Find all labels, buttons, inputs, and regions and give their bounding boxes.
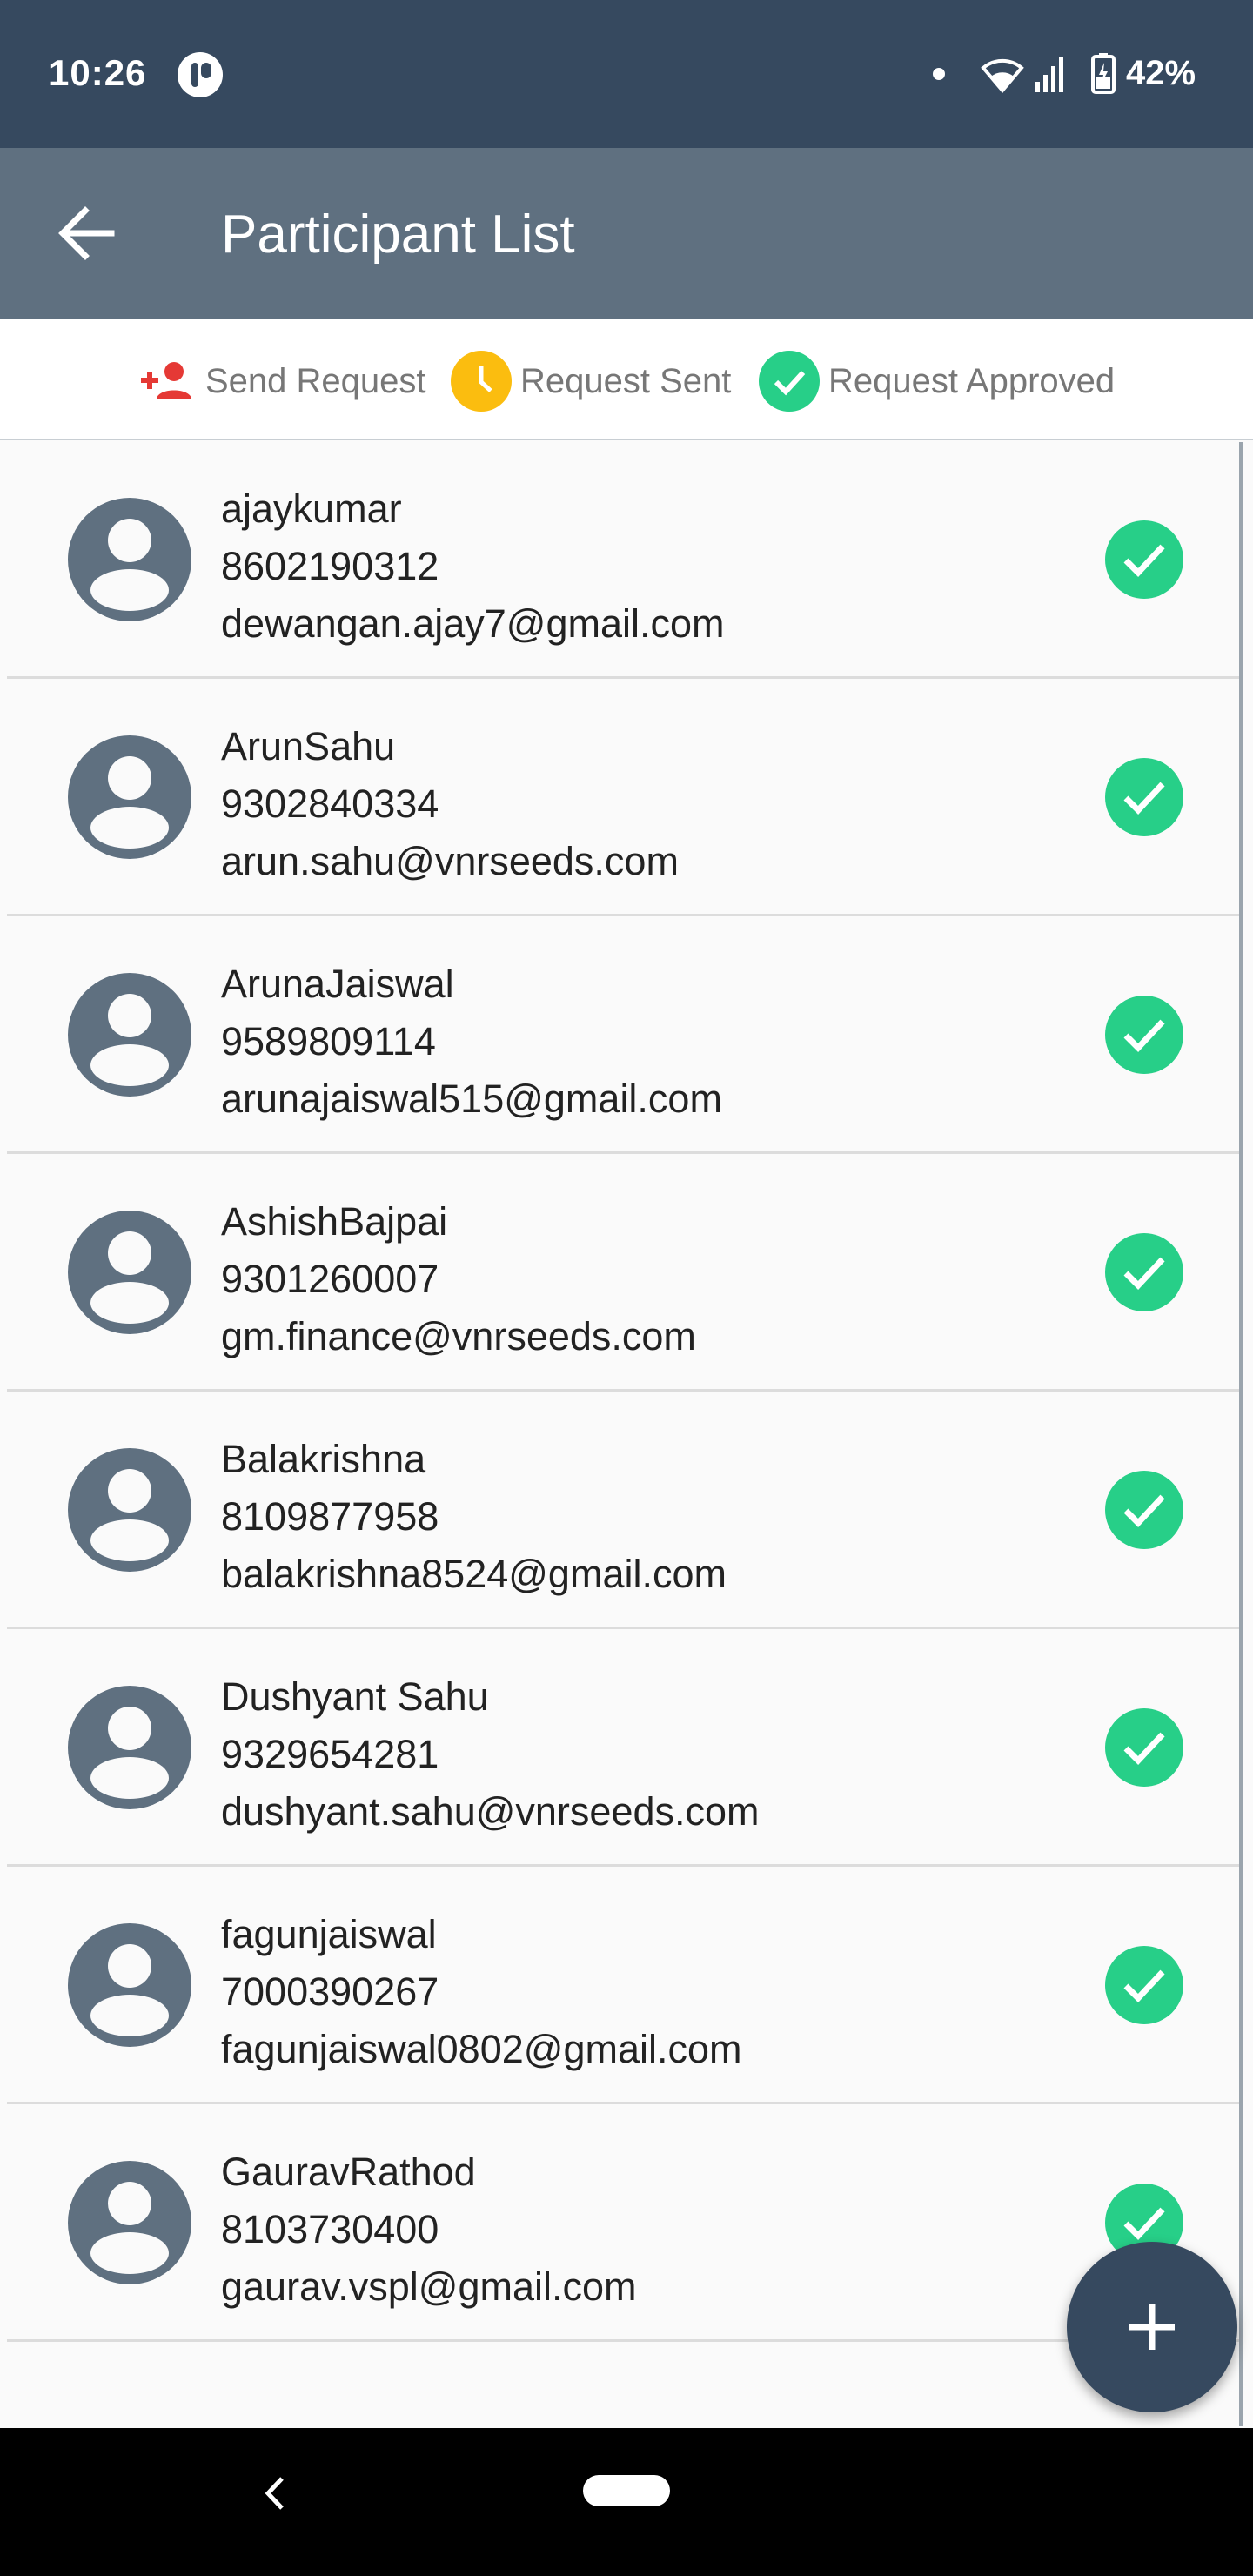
battery-icon (1091, 53, 1116, 94)
clock-icon (451, 351, 512, 412)
participant-info: ArunSahu 9302840334 arun.sahu@vnrseeds.c… (221, 718, 679, 890)
legend-request-approved-label: Request Approved (828, 361, 1116, 400)
system-nav-bar (0, 2428, 1253, 2576)
status-bar: 10:26 42% (0, 0, 1253, 148)
participant-email: balakrishna8524@gmail.com (221, 1552, 727, 1596)
approved-check-icon (1105, 1708, 1183, 1787)
nav-home-pill[interactable] (583, 2475, 670, 2506)
participant-phone: 7000390267 (221, 1969, 439, 2014)
approved-check-icon (1105, 520, 1183, 599)
participant-item[interactable]: Balakrishna 8109877958 balakrishna8524@g… (7, 1392, 1239, 1629)
participant-phone: 8103730400 (221, 2207, 439, 2251)
participant-info: ArunaJaiswal 9589809114 arunajaiswal515@… (221, 956, 722, 1128)
legend-send-request: Send Request (136, 355, 426, 407)
participant-phone: 9302840334 (221, 782, 439, 826)
participant-item[interactable]: ajaykumar 8602190312 dewangan.ajay7@gmai… (7, 442, 1239, 679)
page-title: Participant List (221, 205, 575, 265)
nav-back-icon[interactable] (258, 2472, 292, 2515)
approved-check-icon (1105, 1471, 1183, 1549)
participant-name: ArunSahu (221, 724, 396, 768)
participant-name: ArunaJaiswal (221, 962, 454, 1006)
notification-dot-icon (933, 68, 945, 80)
participant-phone: 9301260007 (221, 1257, 439, 1301)
approved-check-icon (1105, 996, 1183, 1074)
participant-item[interactable]: fagunjaiswal 7000390267 fagunjaiswal0802… (7, 1868, 1239, 2104)
plus-icon (1129, 2304, 1175, 2350)
participant-phone: 9329654281 (221, 1732, 439, 1776)
legend-request-approved: Request Approved (759, 351, 1116, 412)
app-notification-icon (178, 52, 223, 97)
participant-info: Balakrishna 8109877958 balakrishna8524@g… (221, 1431, 727, 1603)
participant-email: dushyant.sahu@vnrseeds.com (221, 1789, 760, 1834)
legend-request-sent-label: Request Sent (520, 361, 732, 400)
legend-request-sent: Request Sent (451, 351, 732, 412)
participant-email: fagunjaiswal0802@gmail.com (221, 2027, 742, 2071)
participant-name: AshishBajpai (221, 1199, 448, 1244)
avatar-icon (68, 1686, 191, 1809)
participant-info: Dushyant Sahu 9329654281 dushyant.sahu@v… (221, 1668, 760, 1841)
participant-info: fagunjaiswal 7000390267 fagunjaiswal0802… (221, 1906, 742, 2078)
avatar-icon (68, 498, 191, 621)
signal-icon (1035, 57, 1063, 92)
avatar-icon (68, 2161, 191, 2284)
participant-name: Balakrishna (221, 1437, 426, 1481)
participant-email: arunajaiswal515@gmail.com (221, 1077, 722, 1121)
participant-email: gaurav.vspl@gmail.com (221, 2264, 637, 2309)
participant-email: dewangan.ajay7@gmail.com (221, 601, 725, 646)
participant-item[interactable]: ArunSahu 9302840334 arun.sahu@vnrseeds.c… (7, 680, 1239, 916)
avatar-icon (68, 1211, 191, 1334)
participant-info: GauravRathod 8103730400 gaurav.vspl@gmai… (221, 2143, 637, 2316)
participant-email: arun.sahu@vnrseeds.com (221, 839, 679, 883)
participant-name: Dushyant Sahu (221, 1674, 489, 1719)
participant-list[interactable]: ajaykumar 8602190312 dewangan.ajay7@gmai… (0, 442, 1243, 2426)
avatar-icon (68, 1923, 191, 2047)
wifi-icon (981, 58, 1024, 94)
participant-name: GauravRathod (221, 2150, 476, 2194)
person-add-icon (141, 362, 191, 399)
participant-item[interactable]: AshishBajpai 9301260007 gm.finance@vnrse… (7, 1155, 1239, 1392)
legend-send-request-label: Send Request (205, 361, 426, 400)
status-time: 10:26 (49, 52, 147, 93)
app-bar: Participant List (0, 148, 1253, 319)
check-circle-icon (759, 351, 820, 412)
approved-check-icon (1105, 1946, 1183, 2024)
participant-phone: 9589809114 (221, 1019, 436, 1063)
participant-item[interactable]: GauravRathod 8103730400 gaurav.vspl@gmai… (7, 2105, 1239, 2342)
status-legend: Send Request Request Sent Request Approv… (0, 319, 1253, 440)
participant-info: AshishBajpai 9301260007 gm.finance@vnrse… (221, 1193, 696, 1365)
avatar-icon (68, 735, 191, 859)
participant-info: ajaykumar 8602190312 dewangan.ajay7@gmai… (221, 480, 725, 653)
add-participant-button[interactable] (1067, 2242, 1237, 2412)
participant-email: gm.finance@vnrseeds.com (221, 1314, 696, 1358)
participant-phone: 8602190312 (221, 544, 439, 588)
avatar-icon (68, 1448, 191, 1572)
participant-item[interactable]: Dushyant Sahu 9329654281 dushyant.sahu@v… (7, 1630, 1239, 1867)
battery-percent: 42% (1126, 54, 1196, 92)
participant-name: ajaykumar (221, 486, 402, 531)
approved-check-icon (1105, 1233, 1183, 1311)
avatar-icon (68, 973, 191, 1097)
participant-name: fagunjaiswal (221, 1912, 437, 1956)
back-arrow-icon[interactable] (49, 191, 132, 275)
participant-phone: 8109877958 (221, 1494, 439, 1539)
approved-check-icon (1105, 758, 1183, 836)
participant-item[interactable]: ArunaJaiswal 9589809114 arunajaiswal515@… (7, 917, 1239, 1154)
